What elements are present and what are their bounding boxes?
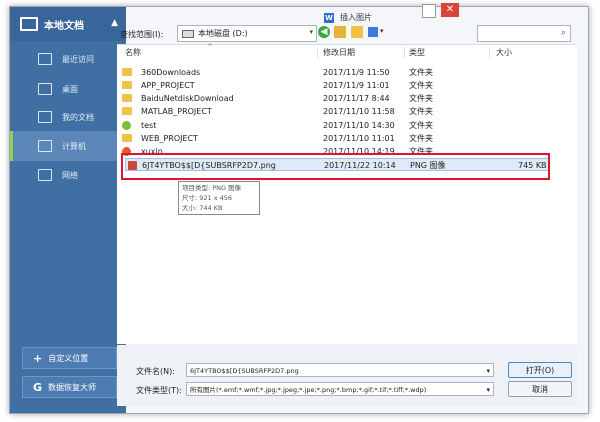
file-row[interactable]: WEB_PROJECT 2017/11/10 11:01 文件夹 xyxy=(117,132,577,145)
desktop-icon xyxy=(38,83,52,95)
drive-icon xyxy=(182,29,194,38)
file-type: 文件夹 xyxy=(409,134,433,143)
wps-writer-logo-icon: W xyxy=(324,12,334,23)
sidebar-item-label: 网络 xyxy=(62,170,78,180)
file-name-input[interactable]: 6JT4YTBO$$[D{SUBSRFP2D7.png ▾ xyxy=(186,363,494,377)
dialog-title: W 插入图片 xyxy=(324,12,372,23)
folder-icon xyxy=(122,94,132,102)
data-recovery-label: 数据恢复大师 xyxy=(48,382,97,392)
annotation-highlight-box xyxy=(121,153,550,180)
file-type: 文件夹 xyxy=(409,107,433,116)
sidebar-item-network[interactable]: 网络 xyxy=(10,160,126,190)
folder-icon xyxy=(122,81,132,89)
folder-icon xyxy=(122,107,132,115)
file-modified: 2017/11/10 14:30 xyxy=(323,121,395,130)
file-name: WEB_PROJECT xyxy=(141,134,199,143)
file-row[interactable]: MATLAB_PROJECT 2017/11/10 11:58 文件夹 xyxy=(117,105,577,118)
open-button[interactable]: 打开(O) xyxy=(508,362,572,378)
folder-icon xyxy=(122,134,132,142)
plus-icon: + xyxy=(33,351,43,365)
collapse-chevron-icon[interactable]: ▲ xyxy=(111,18,118,28)
file-modified: 2017/11/10 11:58 xyxy=(323,107,395,116)
computer-icon xyxy=(20,17,38,31)
close-button[interactable]: ✕ xyxy=(441,3,459,17)
data-recovery-button[interactable]: G 数据恢复大师 xyxy=(22,376,117,398)
back-arrow-icon: ◀ xyxy=(320,27,328,37)
sidebar-item-label: 桌面 xyxy=(62,84,78,94)
file-name: BaiduNetdiskDownload xyxy=(141,94,234,103)
sidebar-item-label: 计算机 xyxy=(62,141,86,151)
tooltip-dimensions: 尺寸: 921 x 456 xyxy=(182,194,233,202)
sidebar-item-computer[interactable]: 计算机 xyxy=(10,131,129,161)
file-type-select[interactable]: 所有图片(*.emf;*.wmf;*.jpg;*.jpeg;*.jpe;*.pn… xyxy=(186,382,494,396)
chevron-down-icon: ▾ xyxy=(309,28,313,36)
close-icon: ✕ xyxy=(445,4,455,15)
tooltip-type: 项目类型: PNG 图像 xyxy=(182,184,242,192)
view-menu-chevron-icon[interactable]: ▾ xyxy=(380,27,388,39)
column-header-type[interactable]: 类型 xyxy=(409,45,425,60)
file-row[interactable]: APP_PROJECT 2017/11/9 11:01 文件夹 xyxy=(117,79,577,92)
look-in-label: 查找范围(I): xyxy=(120,30,164,39)
up-folder-button[interactable] xyxy=(334,26,346,38)
file-info-tooltip: 项目类型: PNG 图像 尺寸: 921 x 456 大小: 744 KB xyxy=(178,181,260,215)
file-name: APP_PROJECT xyxy=(141,81,195,90)
file-name-value: 6JT4YTBO$$[D{SUBSRFP2D7.png xyxy=(190,367,299,375)
search-icon: ⌕ xyxy=(560,28,566,38)
chevron-down-icon: ▾ xyxy=(486,386,490,394)
search-input[interactable]: ⌕ xyxy=(477,25,571,42)
sidebar-header[interactable]: 本地文档 ▲ xyxy=(10,7,126,41)
file-type-label: 文件类型(T): xyxy=(136,386,182,395)
custom-location-label: 自定义位置 xyxy=(48,353,89,363)
column-header-name[interactable]: 名称 xyxy=(125,45,141,60)
tooltip-size: 大小: 744 KB xyxy=(182,204,223,212)
sidebar-item-desktop[interactable]: 桌面 xyxy=(10,74,126,104)
recovery-icon: G xyxy=(33,380,43,394)
column-header-modified[interactable]: 修改日期 xyxy=(323,45,355,60)
file-type: 文件夹 xyxy=(409,94,433,103)
file-modified: 2017/11/9 11:50 xyxy=(323,68,390,77)
back-button[interactable]: ◀ xyxy=(318,26,330,38)
sort-ascending-icon: ^ xyxy=(207,43,213,51)
file-name: MATLAB_PROJECT xyxy=(141,107,212,116)
file-modified: 2017/11/17 8:44 xyxy=(323,94,390,103)
chevron-down-icon[interactable]: ▾ xyxy=(486,364,490,378)
sidebar-item-label: 最近访问 xyxy=(62,54,94,64)
maximize-button[interactable] xyxy=(422,4,436,18)
test-folder-icon xyxy=(122,121,131,130)
file-row[interactable]: BaiduNetdiskDownload 2017/11/17 8:44 文件夹 xyxy=(117,92,577,105)
look-in-value: 本地磁盘 (D:) xyxy=(198,29,248,38)
look-in-select[interactable]: 本地磁盘 (D:) ▾ xyxy=(177,25,317,42)
dialog-title-text: 插入图片 xyxy=(340,13,372,22)
file-name: 360Downloads xyxy=(141,68,201,77)
computer-icon xyxy=(38,140,52,152)
file-name-label: 文件名(N): xyxy=(136,367,175,376)
file-type: 文件夹 xyxy=(409,121,433,130)
sidebar: 本地文档 ▲ 最近访问 桌面 我的文档 计算机 网络 + 自定义位置 G 数据恢… xyxy=(10,7,129,413)
recent-icon xyxy=(38,53,52,65)
folder-icon xyxy=(122,68,132,76)
custom-location-button[interactable]: + 自定义位置 xyxy=(22,347,117,369)
file-row[interactable]: 360Downloads 2017/11/9 11:50 文件夹 xyxy=(117,66,577,79)
file-modified: 2017/11/10 11:01 xyxy=(323,134,395,143)
cancel-button[interactable]: 取消 xyxy=(508,381,572,397)
file-modified: 2017/11/9 11:01 xyxy=(323,81,390,90)
sidebar-item-documents[interactable]: 我的文档 xyxy=(10,102,126,132)
view-menu-button[interactable] xyxy=(368,27,378,37)
column-header-size[interactable]: 大小 xyxy=(496,45,512,60)
sidebar-item-label: 我的文档 xyxy=(62,112,94,122)
sidebar-header-label: 本地文档 xyxy=(44,20,84,32)
file-type: 文件夹 xyxy=(409,81,433,90)
file-name: test xyxy=(141,121,157,130)
documents-icon xyxy=(38,111,52,123)
file-type-value: 所有图片(*.emf;*.wmf;*.jpg;*.jpeg;*.jpe;*.pn… xyxy=(190,386,427,394)
new-folder-button[interactable] xyxy=(351,26,363,38)
file-row[interactable]: test 2017/11/10 14:30 文件夹 xyxy=(117,119,577,132)
network-icon xyxy=(38,169,52,181)
sidebar-item-recent[interactable]: 最近访问 xyxy=(10,44,126,74)
file-type: 文件夹 xyxy=(409,68,433,77)
